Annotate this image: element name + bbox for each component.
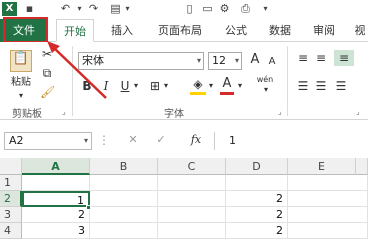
cell-d1[interactable]	[226, 175, 288, 191]
cell-d4[interactable]: 2	[226, 223, 288, 239]
select-all-corner[interactable]	[0, 158, 22, 175]
cell-b1[interactable]	[90, 175, 158, 191]
row-header[interactable]: 2	[0, 191, 22, 207]
column-header[interactable]: D	[226, 158, 288, 175]
column-header[interactable]: B	[90, 158, 158, 175]
column-header[interactable]: E	[288, 158, 356, 175]
cell-c3[interactable]	[158, 207, 226, 223]
cell-e4[interactable]	[288, 223, 368, 239]
column-header[interactable]: C	[158, 158, 226, 175]
cell-e2[interactable]	[288, 191, 368, 207]
chevron-down-icon[interactable]: ▾	[84, 133, 88, 149]
column-header[interactable]: A	[22, 158, 90, 175]
cell-c4[interactable]	[158, 223, 226, 239]
formula-more-icon: ⋮	[98, 133, 110, 147]
cell-b2[interactable]	[90, 191, 158, 207]
cell-e3[interactable]	[288, 207, 368, 223]
cell-c1[interactable]	[158, 175, 226, 191]
cell-d2[interactable]: 2	[226, 191, 288, 207]
name-box-value: A2	[9, 134, 24, 147]
cell-b3[interactable]	[90, 207, 158, 223]
row-header[interactable]: 3	[0, 207, 22, 223]
cell-a1[interactable]	[22, 175, 90, 191]
cell-a3[interactable]: 2	[22, 207, 90, 223]
formula-input[interactable]: 1	[214, 132, 368, 150]
insert-function-button[interactable]: fx	[188, 132, 204, 148]
enter-entry-button[interactable]: ✓	[154, 132, 168, 148]
spreadsheet-grid: A B C D E 1 2 3 4 1 2 2 2 3 2	[0, 158, 368, 242]
column-header[interactable]	[356, 158, 368, 175]
cell-a2[interactable]: 1	[22, 191, 90, 207]
cell-d3[interactable]: 2	[226, 207, 288, 223]
cell-e1[interactable]	[288, 175, 368, 191]
row-header[interactable]: 4	[0, 223, 22, 239]
cell-b4[interactable]	[90, 223, 158, 239]
fill-handle[interactable]	[86, 205, 91, 210]
cell-c2[interactable]	[158, 191, 226, 207]
row-header[interactable]: 1	[0, 175, 22, 191]
cancel-entry-button[interactable]: ✕	[126, 132, 140, 148]
name-box[interactable]: A2 ▾	[4, 132, 92, 150]
cell-a4[interactable]: 3	[22, 223, 90, 239]
formula-value: 1	[229, 134, 236, 147]
